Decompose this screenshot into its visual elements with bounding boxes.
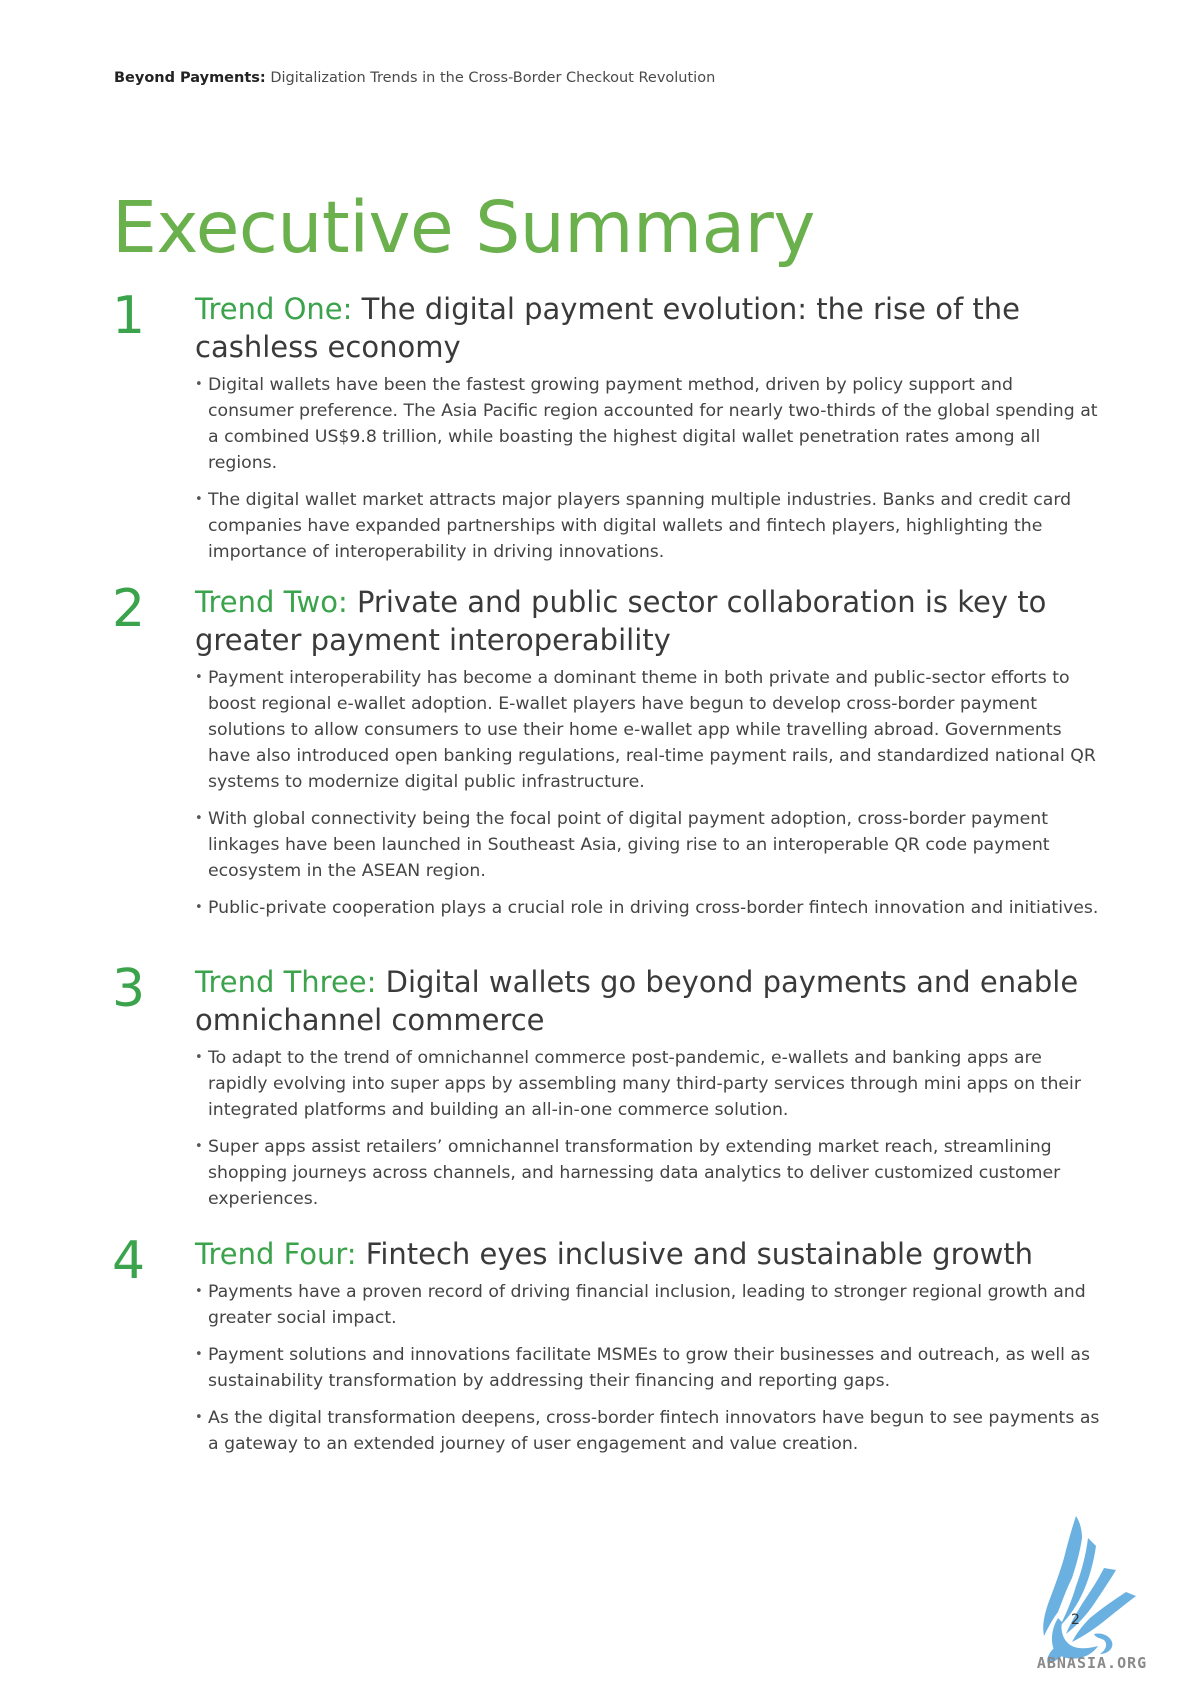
bullet-item: To adapt to the trend of omnichannel com… [195,1045,1100,1123]
bullet-list: To adapt to the trend of omnichannel com… [195,1045,1100,1212]
running-header: Beyond Payments: Digitalization Trends i… [114,70,715,86]
trend-heading: Trend Two: Private and public sector col… [195,583,1100,659]
trend-number: 3 [112,959,146,1019]
watermark-logo: ABNASIA.ORG [1018,1508,1166,1676]
trend-body: Trend Four: Fintech eyes inclusive and s… [195,1235,1100,1468]
trend-body: Trend Three: Digital wallets go beyond p… [195,963,1100,1223]
bullet-item: Payment solutions and innovations facili… [195,1342,1100,1394]
page-title: Executive Summary [112,186,815,269]
trend-heading: Trend Three: Digital wallets go beyond p… [195,963,1100,1039]
bullet-list: Payment interoperability has become a do… [195,665,1100,921]
trend-lead: Trend One: [195,292,353,326]
bullet-item: Super apps assist retailers’ omnichannel… [195,1134,1100,1212]
bullet-item: As the digital transformation deepens, c… [195,1405,1100,1457]
trend-heading-text: Fintech eyes inclusive and sustainable g… [356,1237,1034,1271]
bullet-item: Digital wallets have been the fastest gr… [195,372,1100,476]
trend-body: Trend One: The digital payment evolution… [195,290,1100,576]
header-bold: Beyond Payments: [114,70,266,86]
bullet-list: Digital wallets have been the fastest gr… [195,372,1100,565]
watermark-text: ABNASIA.ORG [1037,1654,1147,1672]
page-number: 2 [1071,1612,1080,1628]
bullet-item: Payment interoperability has become a do… [195,665,1100,795]
trend-number: 2 [112,579,146,639]
header-subtitle: Digitalization Trends in the Cross-Borde… [265,70,716,86]
trend-heading: Trend One: The digital payment evolution… [195,290,1100,366]
trend-lead: Trend Three: [195,965,377,999]
bullet-list: Payments have a proven record of driving… [195,1279,1100,1457]
trend-number: 1 [112,286,146,346]
trend-number: 4 [112,1231,146,1291]
bullet-item: With global connectivity being the focal… [195,806,1100,884]
bullet-item: Payments have a proven record of driving… [195,1279,1100,1331]
bullet-item: The digital wallet market attracts major… [195,487,1100,565]
trend-heading: Trend Four: Fintech eyes inclusive and s… [195,1235,1100,1273]
dragon-logo-icon: ABNASIA.ORG [1037,1516,1147,1672]
trend-lead: Trend Two: [195,585,348,619]
bullet-item: Public-private cooperation plays a cruci… [195,895,1100,921]
trend-body: Trend Two: Private and public sector col… [195,583,1100,932]
trend-lead: Trend Four: [195,1237,357,1271]
